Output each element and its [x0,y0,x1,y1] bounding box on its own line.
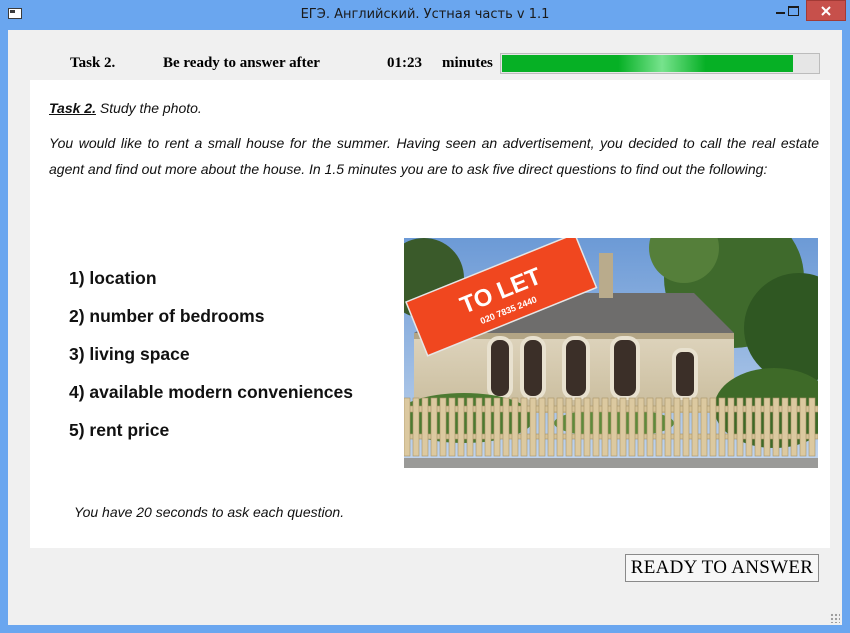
question-list: 1) location 2) number of bedrooms 3) liv… [69,264,353,454]
list-item: 1) location [69,268,157,288]
list-item: 2) number of bedrooms [69,306,265,326]
status-bar: Task 2. Be ready to answer after 01:23 m… [8,30,842,78]
task-number-label: Task 2. [70,55,116,71]
list-item: 5) rent price [69,420,170,440]
maximize-icon [787,5,799,16]
fence-picket [484,397,492,457]
countdown-timer: 01:23 [387,55,422,71]
resize-grip[interactable] [830,613,840,623]
fence-picket [529,397,537,457]
title-bar[interactable]: ЕГЭ. Английский. Устная часть v 1.1 [0,0,850,30]
fence-picket [727,397,735,457]
maximize-button[interactable] [780,0,806,21]
fence-picket [763,397,771,457]
fence-picket [574,397,582,457]
house-photo: TO LET 020 7835 2440 [404,238,818,468]
fence-picket [448,397,456,457]
ready-to-answer-button[interactable]: READY TO ANSWER [625,554,819,582]
fence-picket [700,397,708,457]
fence-picket [682,397,690,457]
fence-picket [619,397,627,457]
ready-label: Be ready to answer after [163,55,320,71]
fence-picket [466,397,474,457]
fence-picket [781,397,789,457]
task-panel: Task 2. Study the photo. You would like … [30,80,830,548]
fence-picket [457,397,465,457]
time-note: You have 20 seconds to ask each question… [74,504,345,520]
fence-picket [475,397,483,457]
fence-picket [592,397,600,457]
task-heading-text: Study the photo. [95,100,202,116]
fence-picket [772,397,780,457]
task-heading: Task 2. Study the photo. [49,100,202,116]
fence-picket [547,397,555,457]
fence-picket [520,397,528,457]
fence-picket [583,397,591,457]
fence-picket [709,397,717,457]
fence-picket [565,397,573,457]
app-window: ЕГЭ. Английский. Устная часть v 1.1 Task… [0,0,850,633]
house-photo-drawing: TO LET 020 7835 2440 [404,238,818,468]
list-item: 4) available modern conveniences [69,382,354,402]
fence-picket [502,397,510,457]
fence-picket [404,397,411,457]
fence-picket [646,397,654,457]
client-area: Task 2. Be ready to answer after 01:23 m… [8,30,842,625]
fence-picket [691,397,699,457]
fence-picket [790,397,798,457]
fence-picket [799,397,807,457]
fence-picket [628,397,636,457]
fence-picket [430,397,438,457]
window-title: ЕГЭ. Английский. Устная часть v 1.1 [300,7,550,22]
fence-picket [493,397,501,457]
time-progress-bar [500,53,820,74]
fence-picket [601,397,609,457]
fence-picket [412,397,420,457]
fence-picket [808,397,816,457]
fence-picket [538,397,546,457]
fence-picket [745,397,753,457]
task-instruction: You would like to rent a small house for… [49,135,819,177]
fence-picket [421,397,429,457]
fence-picket [673,397,681,457]
fence-picket [718,397,726,457]
fence-picket [610,397,618,457]
close-button[interactable] [806,0,846,21]
close-icon [821,5,831,16]
fence-picket [664,397,672,457]
fence-picket [637,397,645,457]
fence-picket [439,397,447,457]
fence-picket [655,397,663,457]
minutes-label: minutes [442,55,493,71]
fence-picket [511,397,519,457]
fence-picket [556,397,564,457]
progress-fill [502,55,793,72]
fence-picket [736,397,744,457]
fence-picket [754,397,762,457]
list-item: 3) living space [69,344,190,364]
task-heading-number: Task 2. [49,100,96,116]
